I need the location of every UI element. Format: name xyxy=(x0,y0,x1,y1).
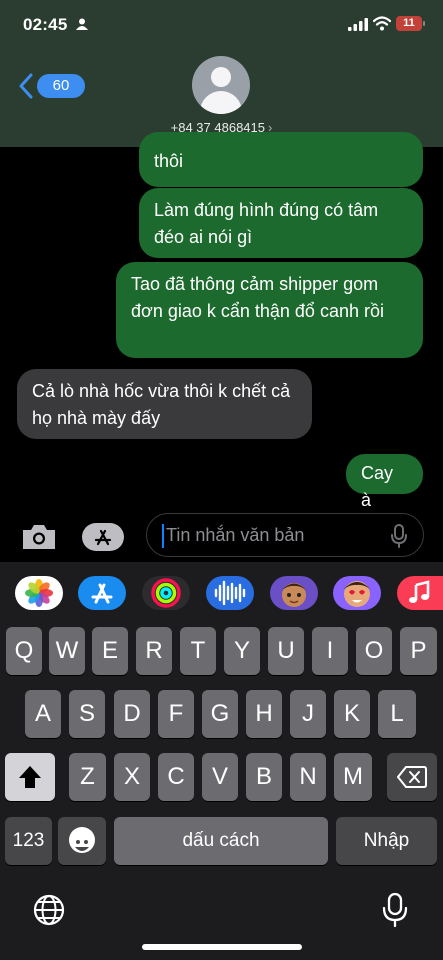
message-bubble-outgoing[interactable]: thôi xyxy=(139,132,423,187)
emoji-icon xyxy=(69,827,95,853)
key-l[interactable]: L xyxy=(378,690,416,738)
key-w[interactable]: W xyxy=(49,627,85,675)
shift-key[interactable] xyxy=(5,753,55,801)
imessage-apps-strip xyxy=(0,562,443,620)
key-o[interactable]: O xyxy=(356,627,392,675)
key-v[interactable]: V xyxy=(202,753,238,801)
message-input[interactable]: Tin nhắn văn bản xyxy=(146,513,424,557)
home-indicator[interactable] xyxy=(142,944,302,950)
key-e[interactable]: E xyxy=(92,627,128,675)
key-g[interactable]: G xyxy=(202,690,238,738)
chevron-left-icon xyxy=(19,73,33,99)
battery-indicator: 11 xyxy=(396,16,422,31)
key-j[interactable]: J xyxy=(290,690,326,738)
app-store-icon[interactable] xyxy=(78,576,126,610)
key-b[interactable]: B xyxy=(246,753,282,801)
key-s[interactable]: S xyxy=(69,690,105,738)
key-k[interactable]: K xyxy=(334,690,370,738)
key-x[interactable]: X xyxy=(114,753,150,801)
memoji-icon[interactable] xyxy=(270,576,318,610)
key-p[interactable]: P xyxy=(400,627,437,675)
backspace-key[interactable] xyxy=(387,753,437,801)
key-f[interactable]: F xyxy=(158,690,194,738)
globe-icon[interactable] xyxy=(32,893,66,927)
key-i[interactable]: I xyxy=(312,627,348,675)
audio-icon[interactable] xyxy=(206,576,254,610)
backspace-icon xyxy=(397,766,427,788)
message-input-placeholder: Tin nhắn văn bản xyxy=(166,525,305,545)
status-time: 02:45 xyxy=(23,15,68,34)
emoji-key[interactable] xyxy=(58,817,106,865)
wifi-icon xyxy=(373,16,391,31)
camera-icon[interactable] xyxy=(20,522,58,552)
key-q[interactable]: Q xyxy=(6,627,42,675)
key-h[interactable]: H xyxy=(246,690,282,738)
fitness-icon[interactable] xyxy=(142,576,190,610)
message-bubble-incoming[interactable]: Cả lò nhà hốc vừa thôi k chết cả họ nhà … xyxy=(17,369,312,439)
message-bubble-outgoing[interactable]: Làm đúng hình đúng có tâm đéo ai nói gì xyxy=(139,188,423,258)
message-bubble-outgoing[interactable]: Cay à xyxy=(346,454,423,510)
back-button[interactable]: 60 xyxy=(18,71,85,101)
unread-count-badge: 60 xyxy=(37,74,85,98)
key-a[interactable]: A xyxy=(25,690,61,738)
battery-nub xyxy=(423,21,425,26)
key-u[interactable]: U xyxy=(268,627,304,675)
music-icon[interactable] xyxy=(397,576,443,610)
key-z[interactable]: Z xyxy=(69,753,106,801)
key-c[interactable]: C xyxy=(158,753,194,801)
key-t[interactable]: T xyxy=(180,627,216,675)
conversation-header: 02:45 11 60 +84 37 4868415 › xyxy=(0,0,443,147)
avatar-head xyxy=(211,67,231,87)
person-icon xyxy=(76,18,88,30)
shift-icon xyxy=(19,766,41,788)
memoji-icon[interactable] xyxy=(333,576,381,610)
key-r[interactable]: R xyxy=(136,627,172,675)
message-bubble-outgoing[interactable]: Tao đã thông cảm shipper gom đơn giao k … xyxy=(116,262,423,358)
return-key[interactable]: Nhập xyxy=(336,817,437,865)
cellular-signal-icon xyxy=(348,18,368,31)
contact-avatar[interactable] xyxy=(192,56,250,114)
space-key[interactable]: dấu cách xyxy=(114,817,328,865)
dictation-mic-icon[interactable] xyxy=(390,524,408,548)
app-store-icon[interactable] xyxy=(81,522,125,552)
microphone-icon[interactable] xyxy=(382,892,408,928)
key-y[interactable]: Y xyxy=(224,627,260,675)
avatar-body xyxy=(200,91,242,114)
key-m[interactable]: M xyxy=(334,753,372,801)
photos-icon[interactable] xyxy=(15,576,63,610)
key-d[interactable]: D xyxy=(114,690,150,738)
text-caret xyxy=(162,524,164,548)
key-n[interactable]: N xyxy=(290,753,326,801)
numbers-key[interactable]: 123 xyxy=(5,817,52,865)
